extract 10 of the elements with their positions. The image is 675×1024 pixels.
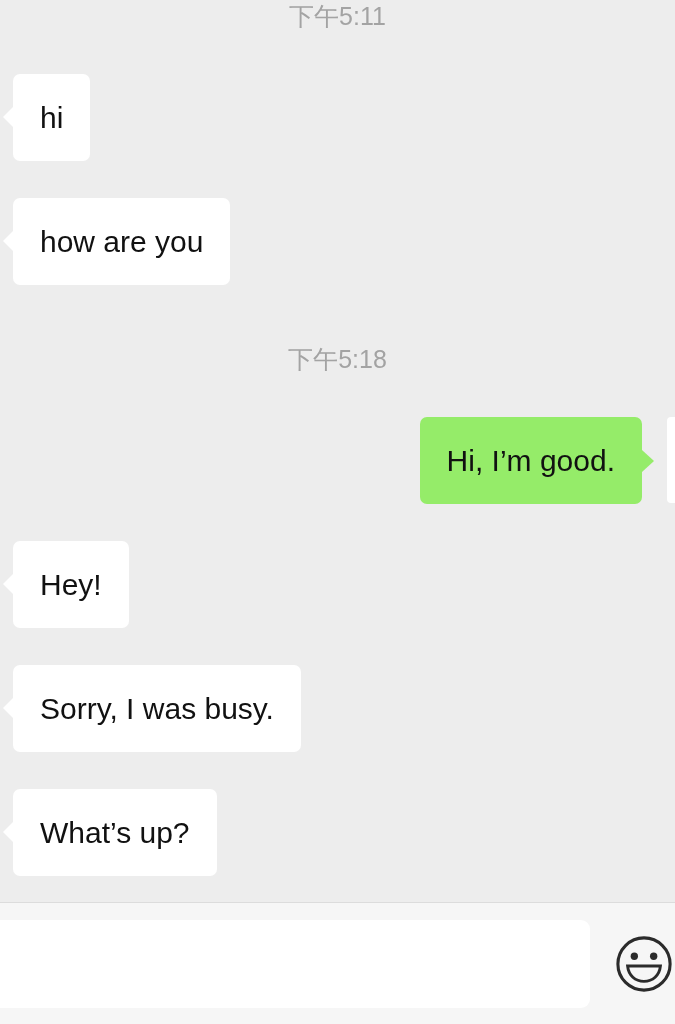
message-bubble: Hi, I’m good. (419, 417, 642, 504)
message-bubble: What’s up? (13, 789, 217, 876)
emoji-icon[interactable] (615, 934, 673, 993)
timestamp: 下午5:18 (288, 345, 387, 373)
message-bubble: Sorry, I was busy. (13, 665, 301, 752)
bubble-tail (642, 450, 654, 472)
timestamp: 下午5:11 (289, 2, 386, 30)
message-bubble: Hey! (13, 541, 129, 628)
message-bubble: hi (13, 74, 91, 161)
message-bubble: how are you (13, 198, 231, 285)
